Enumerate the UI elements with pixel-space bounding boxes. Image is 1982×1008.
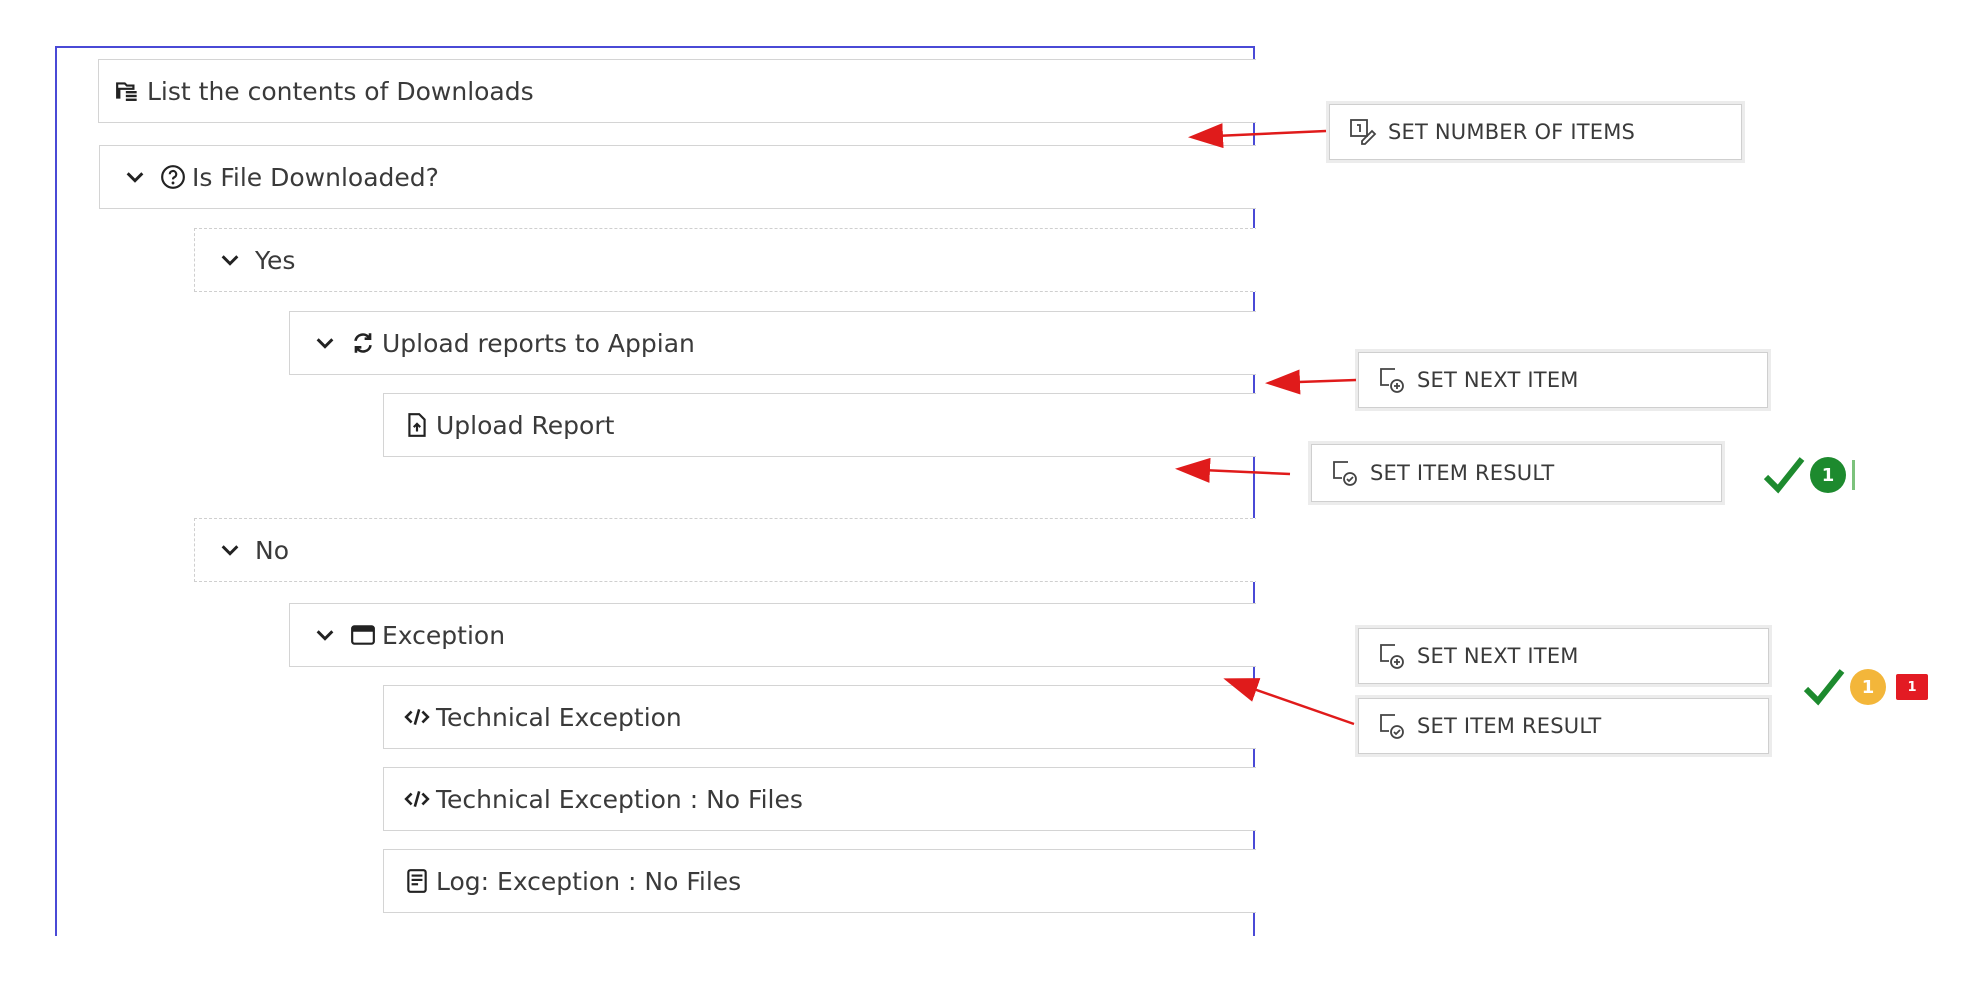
action-label: SET NUMBER OF ITEMS — [1388, 120, 1636, 144]
code-icon — [404, 704, 430, 730]
success-count-badge: 1 — [1810, 457, 1846, 493]
step-label: List the contents of Downloads — [147, 76, 534, 106]
step-label: Technical Exception : No Files — [436, 784, 803, 814]
arrow-set-next-item-1 — [1265, 369, 1357, 395]
question-circle-icon — [160, 164, 186, 190]
set-number-of-items-button[interactable]: SET NUMBER OF ITEMS — [1329, 104, 1742, 160]
action-label: SET ITEM RESULT — [1370, 461, 1555, 485]
decision-label: Is File Downloaded? — [192, 162, 439, 192]
window-icon — [350, 622, 376, 648]
step-technical-exception-no-files[interactable]: Technical Exception : No Files — [383, 767, 1258, 831]
add-item-icon — [1377, 641, 1407, 671]
error-count-badge: 1 — [1896, 674, 1928, 700]
loop-label: Upload reports to Appian — [382, 328, 695, 358]
set-item-result-button[interactable]: SET ITEM RESULT — [1358, 698, 1769, 754]
action-label: SET ITEM RESULT — [1417, 714, 1602, 738]
status-divider — [1852, 460, 1855, 490]
folder-list-icon — [115, 78, 141, 104]
chevron-down-icon[interactable] — [124, 166, 146, 188]
branch-label: No — [255, 535, 289, 565]
set-count-icon — [1348, 117, 1378, 147]
block-label: Exception — [382, 620, 506, 650]
chevron-down-icon[interactable] — [219, 539, 241, 561]
code-icon — [404, 786, 430, 812]
chevron-down-icon[interactable] — [219, 249, 241, 271]
step-list-downloads[interactable]: List the contents of Downloads — [98, 59, 1258, 123]
step-upload-report[interactable]: Upload Report — [383, 393, 1258, 457]
step-technical-exception[interactable]: Technical Exception — [383, 685, 1258, 749]
branch-label: Yes — [255, 245, 296, 275]
loop-upload-reports[interactable]: Upload reports to Appian — [289, 311, 1258, 375]
warning-count-badge: 1 — [1850, 669, 1886, 705]
checkmark-icon — [1803, 669, 1845, 706]
step-label: Technical Exception — [436, 702, 682, 732]
branch-no[interactable]: No — [194, 518, 1258, 582]
file-upload-icon — [404, 412, 430, 438]
chevron-down-icon[interactable] — [314, 624, 336, 646]
add-item-icon — [1377, 365, 1407, 395]
set-next-item-button[interactable]: SET NEXT ITEM — [1358, 352, 1768, 408]
block-exception[interactable]: Exception — [289, 603, 1258, 667]
step-label: Log: Exception : No Files — [436, 866, 742, 896]
step-label: Upload Report — [436, 410, 615, 440]
item-result-icon — [1377, 711, 1407, 741]
action-label: SET NEXT ITEM — [1417, 368, 1579, 392]
canvas-edge-mask — [1256, 40, 1266, 940]
log-document-icon — [404, 868, 430, 894]
status-group-1: 1 — [1762, 455, 1855, 495]
action-label: SET NEXT ITEM — [1417, 644, 1579, 668]
decision-is-file-downloaded[interactable]: Is File Downloaded? — [99, 145, 1259, 209]
loop-icon — [350, 330, 376, 356]
step-log-exception-no-files[interactable]: Log: Exception : No Files — [383, 849, 1258, 913]
set-item-result-button[interactable]: SET ITEM RESULT — [1311, 444, 1722, 502]
item-result-icon — [1330, 458, 1360, 488]
set-next-item-button[interactable]: SET NEXT ITEM — [1358, 628, 1769, 684]
checkmark-icon — [1763, 457, 1805, 494]
chevron-down-icon[interactable] — [314, 332, 336, 354]
branch-yes[interactable]: Yes — [194, 228, 1258, 292]
status-group-2: 1 1 — [1802, 667, 1928, 707]
